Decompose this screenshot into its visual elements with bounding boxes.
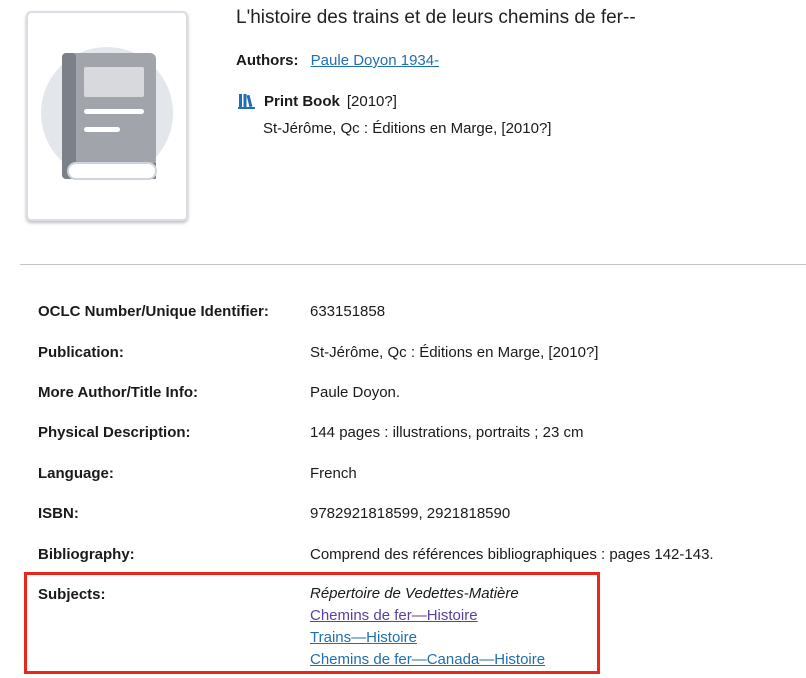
detail-label: ISBN: [38,505,79,522]
book-stack-icon [238,92,256,110]
detail-value: French [310,465,357,482]
format-date: [2010?] [346,92,397,110]
detail-value: 633151858 [310,303,386,320]
detail-label: OCLC Number/Unique Identifier: [38,303,269,320]
detail-value: Paule Doyon. [310,384,401,401]
detail-label: Physical Description: [38,424,191,441]
subjects-highlight-box [24,572,600,674]
detail-value: St-Jérôme, Qc : Éditions en Marge, [2010… [310,344,599,361]
detail-label: Bibliography: [38,546,135,563]
book-icon [41,47,173,180]
book-cover [26,11,188,221]
author-link[interactable]: Paule Doyon 1934- [311,52,439,69]
detail-label: Language: [38,465,114,482]
detail-value: Comprend des références bibliographiques… [310,546,714,563]
detail-value: 9782921818599, 2921818590 [310,505,511,522]
record-title: L'histoire des trains et de leurs chemin… [236,7,636,28]
format-label: Print Book [264,92,340,110]
detail-label: More Author/Title Info: [38,384,198,401]
detail-label: Publication: [38,344,124,361]
authors-line: Authors: Paule Doyon 1934- [236,52,439,69]
detail-value: 144 pages : illustrations, portraits ; 2… [310,424,584,441]
record-header: L'histoire des trains et de leurs chemin… [0,0,806,240]
authors-label: Authors: [236,52,299,69]
format-line: Print Book [2010?] [238,92,397,110]
section-divider [20,264,806,265]
publication-summary: St-Jérôme, Qc : Éditions en Marge, [2010… [263,120,552,137]
